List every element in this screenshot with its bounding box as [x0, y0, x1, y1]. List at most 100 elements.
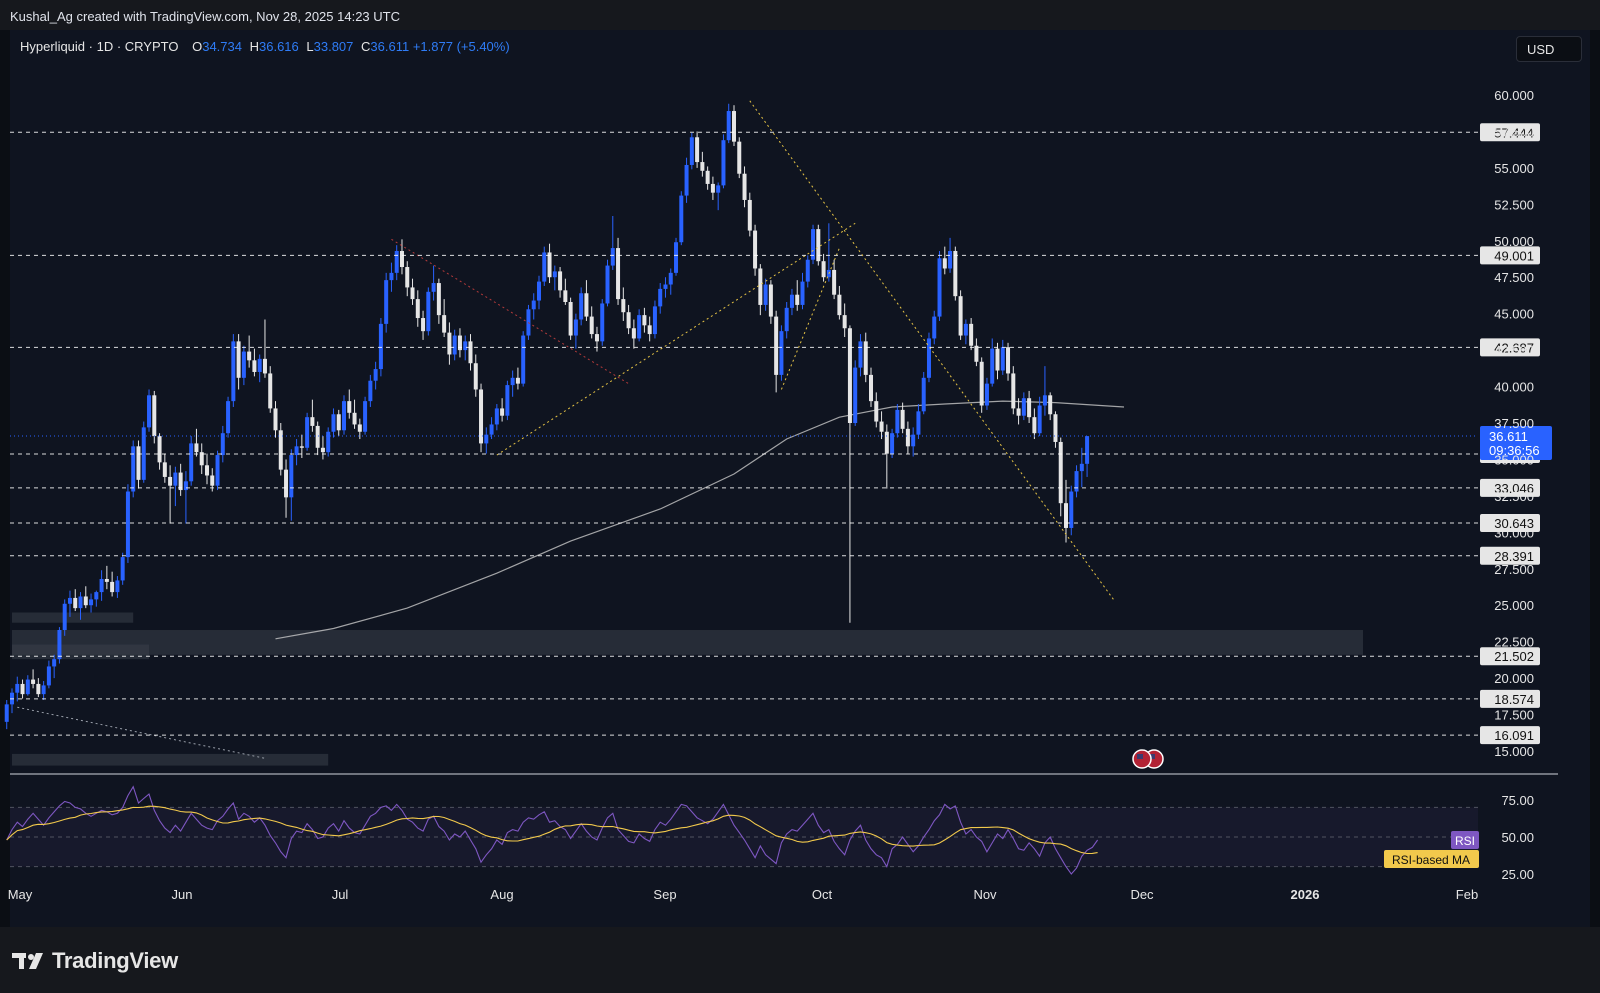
- candle-body: [363, 401, 368, 432]
- footer-bar: [0, 927, 1600, 993]
- candle: [652, 300, 657, 339]
- event-markers-layer: [1132, 749, 1164, 769]
- supply-demand-zone: [12, 753, 329, 766]
- candle-body: [25, 679, 30, 695]
- low-label: L: [306, 39, 314, 54]
- event-marker[interactable]: [1132, 749, 1164, 769]
- candle: [631, 319, 636, 349]
- candle: [104, 565, 109, 590]
- candle: [784, 302, 789, 339]
- candle-body: [299, 446, 304, 448]
- candle-body: [204, 465, 209, 476]
- candle: [10, 688, 14, 714]
- candle: [315, 421, 320, 456]
- rsi-tick-label: 25.00: [1501, 867, 1534, 882]
- candle: [310, 399, 315, 432]
- currency-button[interactable]: USD: [1516, 36, 1582, 62]
- open-label: O: [192, 39, 203, 54]
- axes-layer: 60.000 57.500 55.000 52.500 50.000 47.500 45.0…: [8, 88, 1558, 902]
- candle: [705, 166, 710, 190]
- candle: [900, 402, 905, 434]
- candle-body: [695, 137, 700, 163]
- candle-body: [273, 408, 278, 431]
- candle: [1021, 392, 1026, 421]
- time-tick-label: Sep: [653, 887, 676, 902]
- candle: [811, 224, 816, 265]
- price-tick-label: 40.000: [1494, 380, 1534, 395]
- candle: [742, 166, 747, 208]
- candle: [610, 215, 615, 270]
- candle: [1053, 411, 1058, 448]
- candle-body: [20, 683, 25, 695]
- candle-body: [463, 341, 468, 351]
- candle: [305, 412, 310, 451]
- candle-body: [378, 323, 383, 370]
- candle-body: [189, 443, 194, 482]
- candle: [853, 360, 858, 426]
- candle-body: [631, 328, 636, 339]
- candle-body: [83, 596, 88, 606]
- candle-body: [1053, 414, 1058, 442]
- candle-body: [500, 408, 505, 416]
- candle-body: [731, 111, 736, 142]
- candle-body: [521, 335, 526, 384]
- candle-body: [515, 377, 520, 384]
- candle-body: [115, 580, 120, 593]
- candle: [731, 105, 736, 147]
- candle: [115, 576, 120, 598]
- candle: [1058, 437, 1063, 517]
- candle-body: [995, 348, 1000, 371]
- candle: [542, 246, 547, 286]
- candle: [83, 586, 88, 609]
- candle: [510, 370, 515, 397]
- candle: [832, 259, 837, 300]
- candle: [969, 318, 974, 351]
- candle-body: [1074, 471, 1079, 492]
- rsi-layer: 75.00 50.00 25.00 RSI RSI-based MA: [6, 785, 1534, 882]
- tradingview-logo[interactable]: TradingView: [12, 948, 178, 974]
- candle-body: [768, 284, 773, 317]
- candle: [874, 392, 879, 428]
- time-tick-label: 2026: [1291, 887, 1320, 902]
- candle: [1027, 390, 1032, 423]
- candle-body: [505, 385, 510, 416]
- candle: [473, 354, 478, 397]
- moving-average-layer: [275, 400, 1125, 640]
- candle: [800, 272, 805, 310]
- candle: [552, 265, 557, 291]
- candle-body: [637, 315, 642, 339]
- candle: [31, 669, 36, 689]
- price-tick-label: 45.000: [1494, 307, 1534, 322]
- time-tick-label: Jun: [172, 887, 193, 902]
- candle-body: [305, 417, 310, 448]
- candle: [110, 571, 115, 597]
- candle-body: [384, 280, 389, 324]
- candle: [431, 265, 436, 301]
- chart-canvas[interactable]: 57.44449.00142.68735.37633.04630.64328.3…: [0, 0, 1600, 993]
- candle: [442, 299, 447, 337]
- candle-body: [774, 316, 779, 375]
- candle: [626, 304, 631, 335]
- candle-body: [183, 481, 188, 491]
- candle-body: [605, 265, 610, 304]
- candle-body: [705, 170, 710, 184]
- candle-body: [969, 323, 974, 346]
- candle: [94, 590, 99, 607]
- candle: [768, 280, 773, 324]
- candle-body: [795, 294, 800, 305]
- candle: [484, 427, 489, 454]
- candle-body: [89, 599, 94, 606]
- candle: [331, 408, 336, 438]
- candle-body: [99, 578, 104, 593]
- candle-body: [73, 597, 78, 609]
- candle-body: [879, 421, 884, 432]
- candle-body: [241, 351, 246, 378]
- candle-body: [726, 111, 731, 141]
- candle-body: [842, 315, 847, 329]
- candle-body: [1064, 503, 1068, 528]
- candle-body: [742, 173, 747, 200]
- candle: [247, 335, 252, 368]
- price-tick-label: 60.000: [1494, 88, 1534, 103]
- close-value: 36.611: [370, 39, 410, 54]
- rsi-band: [10, 807, 1478, 867]
